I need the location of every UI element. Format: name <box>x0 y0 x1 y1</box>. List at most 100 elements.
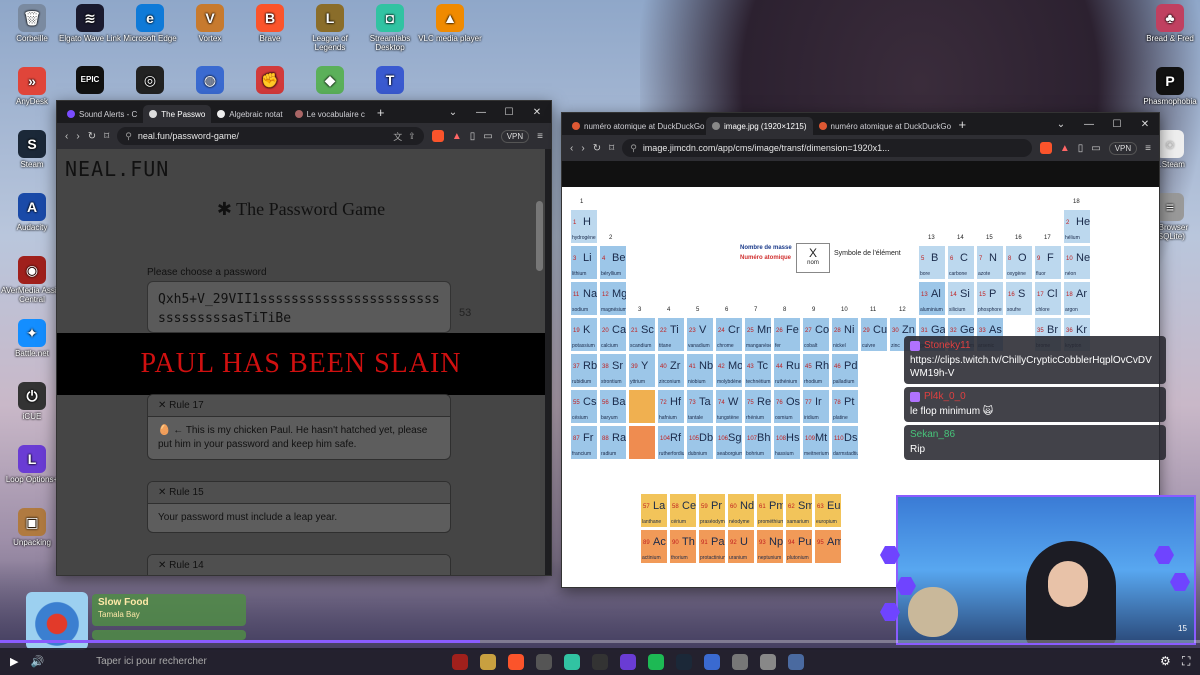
desktop-icon[interactable]: S Steam <box>0 130 64 169</box>
taskbar-spotify-icon[interactable] <box>648 653 665 670</box>
desktop-icon[interactable]: ◉ AVerMedia Assist Central <box>0 256 64 304</box>
element-symbol: F <box>1047 252 1054 264</box>
taskbar-steam-icon[interactable] <box>676 653 693 670</box>
taskbar-app-icon[interactable] <box>788 653 805 670</box>
browser-tab[interactable]: The Passwo <box>143 105 212 123</box>
desktop-icon[interactable]: 🗑 Corbeille <box>0 4 64 43</box>
app-icon: EPIC <box>76 66 104 94</box>
desktop-icon[interactable]: EPIC <box>58 66 122 96</box>
new-tab-button[interactable]: + <box>371 105 391 120</box>
browser-tab[interactable]: image.jpg (1920×1215) <box>706 117 813 135</box>
desktop-icon[interactable]: A Audacity <box>0 193 64 232</box>
sidebar-toggle-icon[interactable]: ▯ <box>1078 143 1084 154</box>
element-number: 107 <box>747 436 758 442</box>
brave-rewards-icon[interactable]: ▲ <box>1060 143 1070 154</box>
sidebar-toggle-icon[interactable]: ▯ <box>470 131 476 142</box>
browser-tab[interactable]: numéro atomique at DuckDuckGo <box>566 117 706 135</box>
element-number: 74 <box>718 400 725 406</box>
element-name: cobalt <box>804 343 818 349</box>
taskbar-app-icon[interactable] <box>760 653 777 670</box>
desktop-icon[interactable]: ◘ Streamlabs Desktop <box>358 4 422 52</box>
minimize-button[interactable]: — <box>467 107 495 118</box>
desktop-icon-label: VLC media player <box>418 34 482 43</box>
site-info-icon[interactable]: ⚲ <box>125 131 132 142</box>
settings-icon[interactable]: ⚙ <box>1160 654 1171 668</box>
taskbar-app-icon[interactable] <box>480 653 497 670</box>
taskbar-app-icon[interactable] <box>452 653 469 670</box>
play-icon[interactable]: ▶ <box>10 655 18 668</box>
element-symbol: Pt <box>844 396 855 408</box>
back-icon[interactable]: ‹ <box>570 143 573 154</box>
desktop-icon[interactable]: ✦ Battle.net <box>0 319 64 358</box>
taskbar-app-icon[interactable] <box>592 653 609 670</box>
desktop-icon[interactable]: » AnyDesk <box>0 67 64 106</box>
new-tab-button[interactable]: + <box>953 117 973 132</box>
desktop-icon[interactable]: ▣ Unpacking <box>0 508 64 547</box>
browser-tab[interactable]: Algebraic notat <box>211 105 288 123</box>
taskbar-search[interactable]: Taper ici pour rechercher <box>96 656 256 667</box>
desktop-icon[interactable]: ◍ <box>178 66 242 96</box>
taskbar-app-icon[interactable] <box>564 653 581 670</box>
fullscreen-icon[interactable]: ⛶ <box>1182 654 1190 669</box>
vpn-button[interactable]: VPN <box>1108 141 1138 155</box>
reload-icon[interactable]: ↻ <box>88 131 96 142</box>
share-icon[interactable]: ⇪ <box>408 131 416 142</box>
tab-search-icon[interactable]: ⌄ <box>439 107 467 118</box>
desktop-icon[interactable]: ⏻ iCUE <box>0 382 64 421</box>
volume-icon[interactable]: 🔊 <box>30 655 44 668</box>
reload-icon[interactable]: ↻ <box>593 143 601 154</box>
forward-icon[interactable]: › <box>76 131 79 142</box>
browser-tab[interactable]: Le vocabulaire c <box>289 105 371 123</box>
brave-shields-icon[interactable] <box>431 130 444 142</box>
site-logo[interactable]: NEAL.FUN <box>65 157 169 181</box>
close-button[interactable]: ✕ <box>1131 119 1159 130</box>
brave-shields-icon[interactable] <box>1039 142 1052 154</box>
bookmark-icon[interactable]: ⌑ <box>609 143 614 154</box>
minimize-button[interactable]: — <box>1075 119 1103 130</box>
translate-icon[interactable]: 文 <box>393 130 402 143</box>
desktop-icon[interactable]: T <box>358 66 422 96</box>
browser-tab[interactable]: Sound Alerts - C <box>61 105 143 123</box>
maximize-button[interactable]: ☐ <box>495 107 523 118</box>
forward-icon[interactable]: › <box>581 143 584 154</box>
site-info-icon[interactable]: ⚲ <box>630 143 637 154</box>
password-input[interactable]: Qxh5+V_29VII1sssssssssssssssssssssssssss… <box>147 281 451 333</box>
track-title: Slow Food <box>98 597 149 608</box>
taskbar-app-icon[interactable] <box>536 653 553 670</box>
video-progress-bar[interactable] <box>0 640 1200 643</box>
wallet-icon[interactable]: ▭ <box>483 131 492 142</box>
desktop-icon[interactable]: e Microsoft Edge <box>118 4 182 43</box>
desktop-icon[interactable]: V Vortex <box>178 4 242 43</box>
desktop-icon[interactable]: L Loop Options+ <box>0 445 64 484</box>
page-scrollbar[interactable] <box>536 201 543 271</box>
desktop-icon[interactable]: ≋ Elgato Wave Link <box>58 4 122 43</box>
taskbar-app-icon[interactable] <box>620 653 637 670</box>
desktop-icon[interactable]: ◎ <box>118 66 182 96</box>
taskbar-app-icon[interactable] <box>732 653 749 670</box>
menu-icon[interactable]: ≡ <box>1145 143 1151 154</box>
taskbar-brave-icon[interactable] <box>508 653 525 670</box>
desktop-icon[interactable]: ▲ VLC media player <box>418 4 482 43</box>
address-bar[interactable]: ⚲ image.jimcdn.com/app/cms/image/transf/… <box>622 139 1032 157</box>
element-number: 61 <box>759 504 766 510</box>
address-bar[interactable]: ⚲ neal.fun/password-game/ 文 ⇪ <box>117 127 424 145</box>
tab-search-icon[interactable]: ⌄ <box>1047 119 1075 130</box>
desktop-icon[interactable]: L League of Legends <box>298 4 362 52</box>
menu-icon[interactable]: ≡ <box>537 131 543 142</box>
chat-message-text: Rip <box>910 444 926 455</box>
desktop-icon[interactable]: ✊ <box>238 66 302 96</box>
maximize-button[interactable]: ☐ <box>1103 119 1131 130</box>
vpn-button[interactable]: VPN <box>500 129 530 143</box>
desktop-icon[interactable]: ◆ <box>298 66 362 96</box>
close-button[interactable]: ✕ <box>523 107 551 118</box>
bookmark-icon[interactable]: ⌑ <box>104 131 109 142</box>
desktop-icon[interactable]: P Phasmophobia <box>1138 67 1200 106</box>
wallet-icon[interactable]: ▭ <box>1091 143 1100 154</box>
brave-rewards-icon[interactable]: ▲ <box>452 131 462 142</box>
desktop-icon[interactable]: B Brave <box>238 4 302 43</box>
back-icon[interactable]: ‹ <box>65 131 68 142</box>
desktop-icon[interactable]: ♣ Bread & Fred <box>1138 4 1200 43</box>
element-symbol: O <box>1018 252 1027 264</box>
taskbar-app-icon[interactable] <box>704 653 721 670</box>
browser-tab[interactable]: numéro atomique at DuckDuckGo <box>813 117 953 135</box>
